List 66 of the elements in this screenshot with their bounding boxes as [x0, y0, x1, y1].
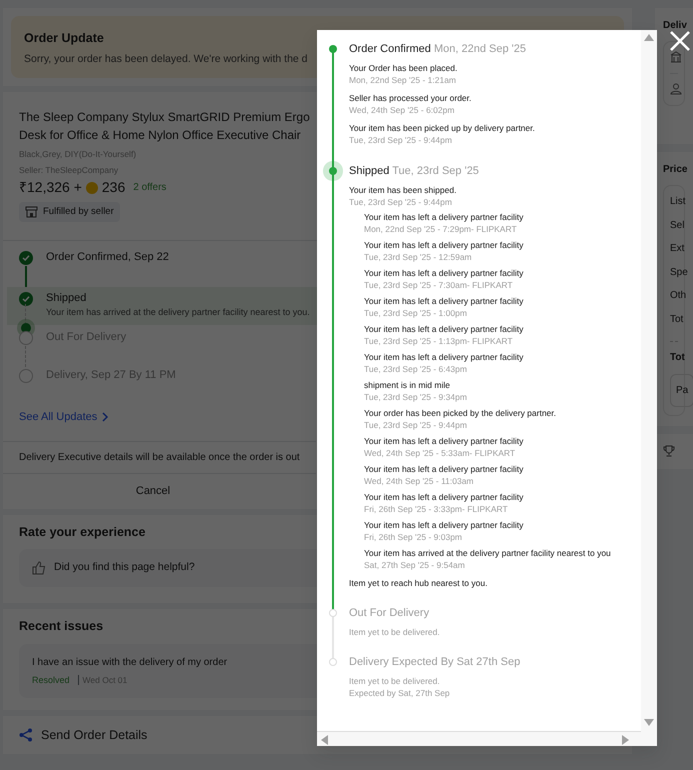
fulfilment-text: Fulfilled by seller	[43, 205, 114, 219]
event-time: Tue, 23rd Sep '25 - 1:13pm- FLIPKART	[364, 335, 513, 348]
event-time: Wed, 24th Sep '25 - 5:33am- FLIPKART	[364, 447, 516, 460]
event-text: Your Order has been placed.	[349, 62, 458, 74]
event-time: Wed, 24th Sep '25 - 11:03am	[364, 475, 474, 488]
price-row-label: List	[670, 195, 686, 209]
feedback-question: Did you find this page helpful?	[54, 560, 195, 576]
event-text: Your item has arrived at the delivery partner facility nearest to you	[364, 547, 611, 559]
event-text: Your item has been picked up by delivery partner.	[349, 122, 535, 134]
step-detail: Your item has arrived at the delivery partner facility nearest to you.	[46, 306, 310, 320]
event-text: Your order has been picked by the delivery partner.	[364, 407, 556, 419]
event-time: Mon, 22nd Sep '25 - 7:29pm- FLIPKART	[364, 223, 517, 236]
coin-amount: 236	[102, 178, 126, 197]
event-time: Tue, 23rd Sep '25 - 7:30am- FLIPKART	[364, 279, 513, 292]
event-text: Your item has left a delivery partner facility	[364, 351, 524, 363]
event-text: Your item has left a delivery partner facility	[364, 435, 524, 447]
event-time: Tue, 23rd Sep '25 - 6:43pm	[364, 363, 467, 376]
event-text: Your item has left a delivery partner facility	[364, 491, 524, 503]
event-time: Tue, 23rd Sep '25 - 9:44pm	[349, 134, 452, 147]
event-text: Seller has processed your order.	[349, 92, 472, 104]
product-price: ₹12,326 +	[19, 178, 82, 197]
event-time: Fri, 26th Sep '25 - 3:33pm- FLIPKART	[364, 503, 508, 516]
price-row-label: Oth	[670, 289, 686, 303]
event-text: Your item has left a delivery partner facility	[364, 463, 524, 475]
event-time: Tue, 23rd Sep '25 - 9:44pm	[364, 419, 467, 432]
event-text: Your item has left a delivery partner facility	[364, 211, 524, 223]
section-title: Price	[663, 163, 688, 177]
step-label: Order Confirmed, Sep 22	[46, 250, 169, 265]
event-text: Item yet to reach hub nearest to you.	[349, 577, 488, 589]
event-text: shipment is in mid mile	[364, 379, 450, 391]
step-label: Shipped	[46, 290, 86, 306]
event-time: Sat, 27th Sep '25 - 9:54am	[364, 559, 465, 572]
section-title: Rate your experience	[19, 524, 146, 541]
event-text: Your item has left a delivery partner facility	[364, 267, 524, 279]
alert-message: Sorry, your order has been delayed. We're working with the d	[24, 52, 308, 67]
event-text: Item yet to be delivered.	[349, 675, 440, 687]
event-time: Tue, 23rd Sep '25 - 9:44pm	[349, 196, 452, 209]
price-row-label: Tot	[670, 312, 684, 326]
event-time: Tue, 23rd Sep '25 - 12:59am	[364, 251, 472, 264]
price-row-label: Ext	[670, 242, 684, 256]
section-title: Deliv	[663, 19, 687, 33]
event-time: Tue, 23rd Sep '25 - 1:00pm	[364, 307, 467, 320]
event-text: Your item has been shipped.	[349, 184, 456, 196]
price-row-label: Spe	[670, 266, 688, 280]
event-text: Item yet to be delivered.	[349, 626, 440, 638]
event-text: Your item has left a delivery partner facility	[364, 519, 524, 531]
issue-status: Resolved	[32, 674, 70, 685]
section-title: Recent issues	[19, 618, 104, 636]
event-time: Tue, 23rd Sep '25 - 9:34pm	[364, 391, 467, 404]
event-time: Expected by Sat, 27th Sep	[349, 687, 450, 700]
event-time: Mon, 22nd Sep '25 - 1:21am	[349, 74, 456, 87]
event-time: Wed, 24th Sep '25 - 6:02pm	[349, 104, 454, 117]
total-label: Tot	[670, 351, 685, 365]
stage-title: Delivery Expected By Sat 27th Sep	[349, 655, 522, 669]
share-label: Send Order Details	[41, 727, 148, 744]
event-text: Your item has left a delivery partner facility	[364, 239, 524, 251]
stage-title: Out For Delivery	[349, 606, 430, 620]
alert-title: Order Update	[24, 30, 104, 47]
event-text: Your item has left a delivery partner facility	[364, 295, 524, 307]
event-time: Fri, 26th Sep '25 - 9:03pm	[364, 531, 462, 544]
stage-title: Shipped Tue, 23rd Sep '25	[349, 164, 480, 178]
stage-title: Order Confirmed Mon, 22nd Sep '25	[349, 42, 527, 56]
issue-text: I have an issue with the delivery of my order	[32, 656, 228, 670]
event-text: Your item has left a delivery partner facility	[364, 323, 524, 335]
delivery-executive-note: Delivery Executive details will be available once the order is out	[3, 441, 316, 474]
price-row-label: Sel	[670, 218, 684, 232]
